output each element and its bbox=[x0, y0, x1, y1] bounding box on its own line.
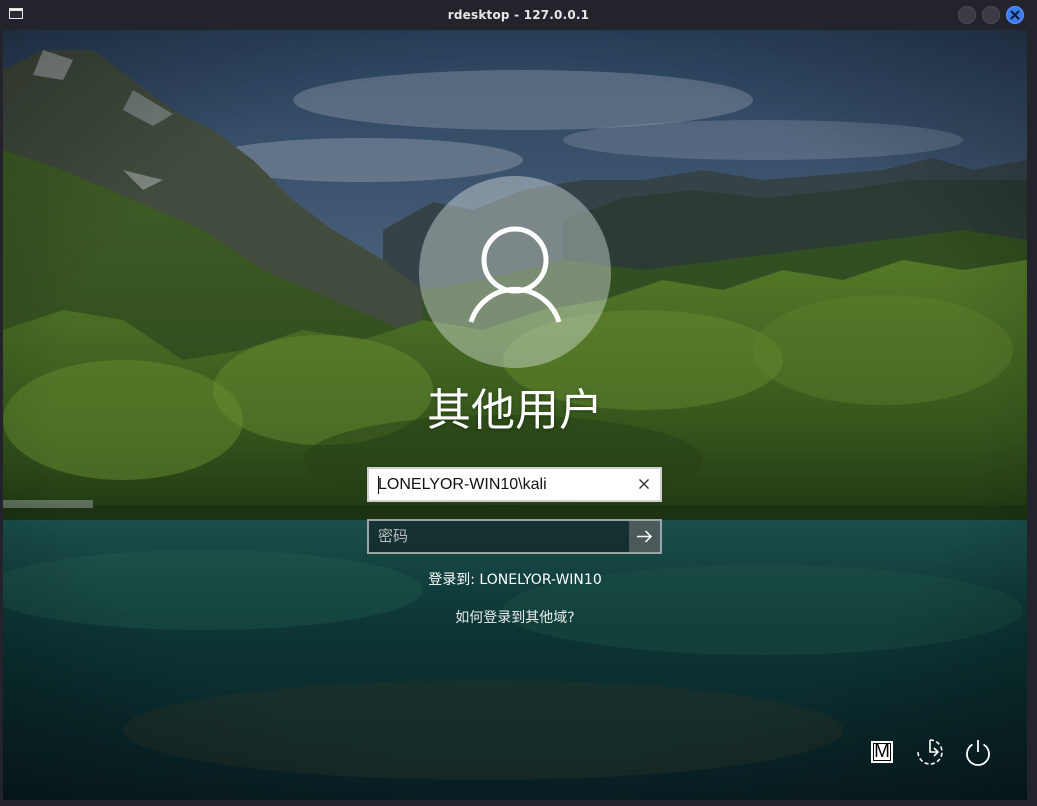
other-domain-link[interactable]: 如何登录到其他域? bbox=[315, 608, 715, 628]
arrow-right-icon bbox=[637, 530, 653, 543]
close-icon bbox=[1010, 10, 1020, 20]
ease-of-access-icon bbox=[917, 739, 943, 765]
user-avatar bbox=[419, 176, 611, 368]
window-title: rdesktop - 127.0.0.1 bbox=[447, 8, 590, 22]
title-bar[interactable]: rdesktop - 127.0.0.1 bbox=[0, 0, 1037, 30]
signin-to-text: 登录到: LONELYOR-WIN10 bbox=[428, 572, 602, 588]
close-icon bbox=[639, 479, 649, 489]
power-button[interactable] bbox=[963, 737, 993, 767]
text-caret bbox=[378, 476, 379, 494]
rdesktop-window: rdesktop - 127.0.0.1 其他用户 LONELYOR-WIN10… bbox=[0, 0, 1037, 806]
password-placeholder: 密码 bbox=[378, 527, 409, 545]
username-input[interactable]: LONELYOR-WIN10\kali bbox=[367, 467, 662, 502]
password-input[interactable]: 密码 bbox=[367, 519, 662, 554]
remote-screen[interactable]: 其他用户 LONELYOR-WIN10\kali 密码 登录到: LONELYO… bbox=[3, 30, 1027, 800]
maximize-button[interactable] bbox=[982, 6, 1000, 24]
minimize-button[interactable] bbox=[958, 6, 976, 24]
input-method-icon: M bbox=[871, 741, 893, 763]
close-button[interactable] bbox=[1006, 6, 1024, 24]
username-value: LONELYOR-WIN10\kali bbox=[378, 476, 547, 493]
user-icon bbox=[468, 226, 562, 323]
input-method-button[interactable]: M bbox=[868, 737, 898, 767]
power-icon bbox=[966, 740, 990, 766]
user-display-name: 其他用户 bbox=[427, 385, 603, 436]
clear-button[interactable] bbox=[634, 474, 654, 494]
submit-button[interactable] bbox=[629, 521, 660, 552]
input-method-label: M bbox=[874, 741, 890, 762]
ease-of-access-button[interactable] bbox=[915, 737, 945, 767]
